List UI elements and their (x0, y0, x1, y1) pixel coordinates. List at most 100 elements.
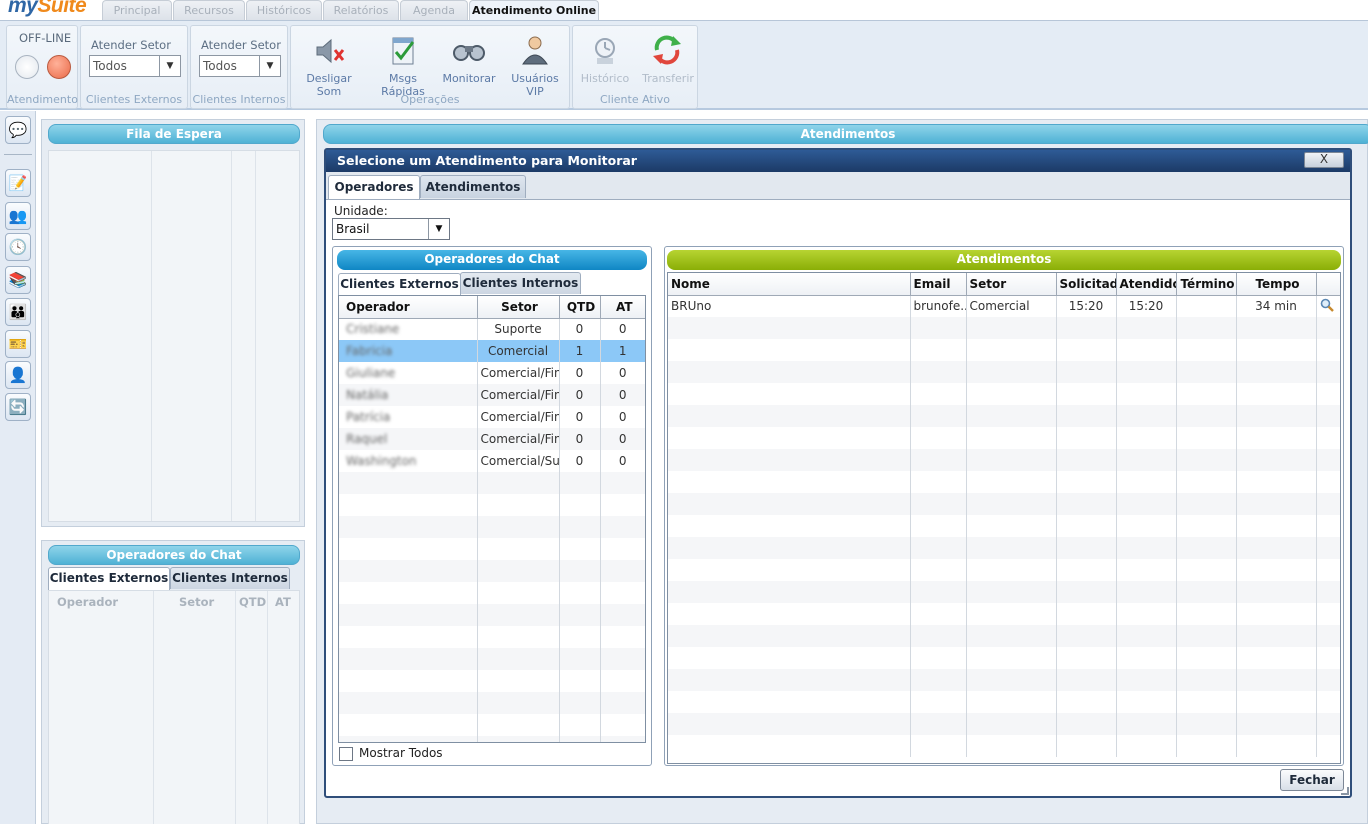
speaker-mute-icon[interactable] (309, 34, 349, 68)
checklist-icon[interactable] (383, 34, 423, 68)
team-icon[interactable]: 👪 (5, 298, 31, 326)
atender-setor-label: Atender Setor (91, 38, 171, 52)
agent-icon[interactable]: 👤 (5, 361, 31, 389)
binoculars-icon[interactable] (449, 34, 489, 68)
cell-nome (668, 669, 911, 691)
table-row[interactable]: Raquel Comercial/Fina 0 0 (339, 428, 645, 450)
table-row (339, 626, 645, 648)
table-row[interactable]: Washington Comercial/Sup 0 0 (339, 450, 645, 472)
tab-atendimentos[interactable]: Atendimentos (420, 175, 526, 198)
resize-grip[interactable] (1341, 787, 1349, 795)
col-operador[interactable]: Operador (339, 296, 478, 319)
table-row[interactable]: Giuliane Comercial/Fina 0 0 (339, 362, 645, 384)
users-icon[interactable]: 👥 (5, 202, 31, 230)
cell-email (910, 339, 967, 361)
table-row (339, 516, 645, 538)
tab-recursos[interactable]: Recursos (173, 0, 245, 20)
cell-setor (477, 648, 560, 670)
cell-solicitado (1056, 383, 1117, 405)
col-setor[interactable]: Setor (477, 296, 560, 319)
tab-historicos[interactable]: Históricos (246, 0, 322, 20)
col-at[interactable]: AT (600, 296, 645, 319)
col-action (1316, 273, 1340, 296)
table-row (339, 494, 645, 516)
col-operador: Operador (57, 595, 119, 609)
online-toggle[interactable] (15, 55, 39, 79)
cell-setor (477, 736, 560, 742)
ticket-icon[interactable]: 🎫 (5, 330, 31, 358)
cell-email: brunofe... (910, 295, 967, 317)
fechar-button[interactable]: Fechar (1280, 769, 1344, 791)
chat-queue-icon[interactable]: 💬 (5, 116, 31, 144)
col-nome[interactable]: Nome (668, 273, 911, 296)
table-row[interactable]: BRUno brunofe... Comercial 15:20 15:20 34 min (668, 295, 1340, 317)
books-icon[interactable]: 📚 (5, 266, 31, 294)
cell-setor (966, 691, 1057, 713)
col-termino[interactable]: Término (1176, 273, 1237, 296)
tab-operadores[interactable]: Operadores (328, 175, 420, 199)
cell-nome (668, 339, 911, 361)
chevron-down-icon[interactable]: ▼ (159, 56, 180, 76)
monitorar-button[interactable]: Monitorar (441, 72, 497, 85)
tab-clientes-externos[interactable]: Clientes Externos (338, 273, 461, 296)
cell-nome (668, 581, 911, 603)
historico-button[interactable]: Histórico (575, 72, 635, 85)
table-row[interactable]: Patrícia Comercial/Fina 0 0 (339, 406, 645, 428)
offline-toggle[interactable] (47, 55, 71, 79)
cell-email (910, 317, 967, 339)
table-row[interactable]: Natália Comercial/Fina 0 0 (339, 384, 645, 406)
col-email[interactable]: Email (910, 273, 967, 296)
col-atendido[interactable]: Atendido (1116, 273, 1177, 296)
cell-email (910, 449, 967, 471)
col-qtd[interactable]: QTD (559, 296, 601, 319)
table-row (339, 604, 645, 626)
operadores-bg-header: Operadores do Chat (48, 545, 300, 565)
table-row[interactable]: Fabricia Comercial 1 1 (339, 340, 645, 362)
tab-atendimento-online[interactable]: Atendimento Online (469, 0, 599, 22)
notes-icon[interactable]: 📝 (5, 169, 31, 197)
table-row[interactable]: Cristiane Suporte 0 0 (339, 318, 645, 340)
cell-at: 0 (600, 384, 645, 406)
mostrar-todos-checkbox[interactable] (339, 747, 353, 761)
cell-qtd (559, 714, 601, 736)
col-setor[interactable]: Setor (966, 273, 1057, 296)
chevron-down-icon[interactable]: ▼ (428, 219, 449, 239)
cell-action (1316, 559, 1340, 581)
tab-relatorios[interactable]: Relatórios (323, 0, 399, 20)
col-qtd: QTD (239, 595, 267, 609)
transferir-button[interactable]: Transferir (637, 72, 699, 85)
cell-action (1316, 581, 1340, 603)
transfer-icon[interactable]: 🔄 (5, 393, 31, 421)
cell-termino (1176, 537, 1237, 559)
setor-externo-select[interactable]: Todos ▼ (89, 55, 181, 77)
col-tempo[interactable]: Tempo (1236, 273, 1317, 296)
setor-interno-select[interactable]: Todos ▼ (199, 55, 281, 77)
tab-agenda[interactable]: Agenda (400, 0, 468, 20)
cell-at (600, 604, 645, 626)
clock-icon[interactable]: 🕓 (5, 233, 31, 261)
col-solicitado[interactable]: Solicitado (1056, 273, 1117, 296)
cell-solicitado (1056, 493, 1117, 515)
group-clientes-internos: Atender Setor Todos ▼ Clientes Internos (190, 25, 288, 109)
tab-clientes-internos[interactable]: Clientes Internos (460, 272, 581, 294)
vip-user-icon[interactable] (515, 32, 555, 66)
tab-clientes-internos-bg[interactable]: Clientes Internos (170, 567, 290, 589)
qtd-value: 0 (575, 388, 584, 402)
setor-value: Suporte (494, 322, 542, 337)
tab-clientes-externos-bg[interactable]: Clientes Externos (48, 567, 170, 590)
cell-action (1316, 537, 1340, 559)
table-row (668, 317, 1340, 339)
magnifier-icon[interactable] (1320, 298, 1334, 312)
cell-solicitado (1056, 713, 1117, 735)
at-value: 0 (618, 388, 627, 402)
cell-termino (1176, 669, 1237, 691)
unidade-select[interactable]: Brasil ▼ (332, 218, 450, 240)
transfer-icon[interactable] (647, 32, 687, 66)
chevron-down-icon[interactable]: ▼ (259, 56, 280, 76)
close-button[interactable]: X (1304, 152, 1344, 168)
cell-tempo (1236, 581, 1317, 603)
cell-qtd (559, 494, 601, 516)
history-icon[interactable] (585, 34, 625, 68)
tab-principal[interactable]: Principal (102, 0, 172, 20)
cell-email (910, 537, 967, 559)
